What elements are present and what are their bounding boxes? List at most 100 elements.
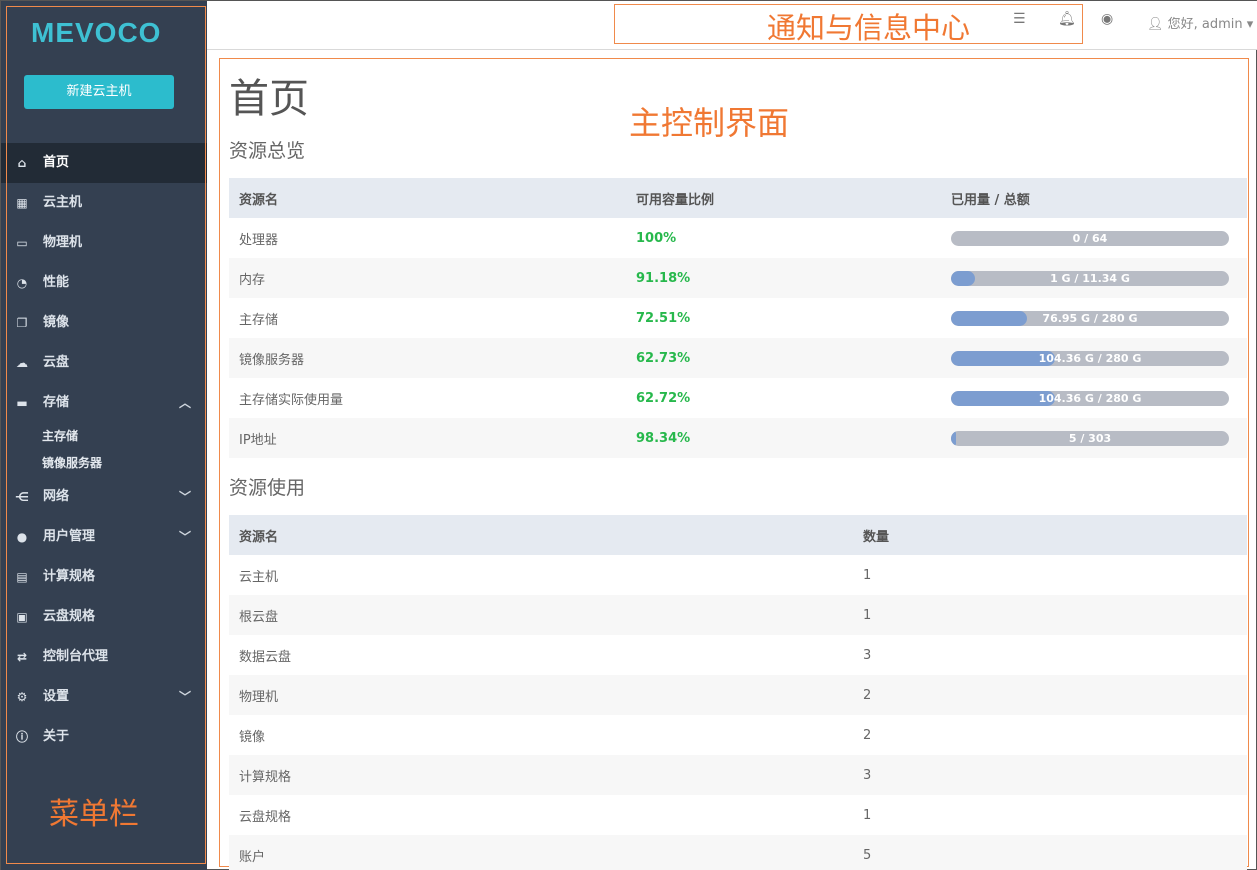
- hdd-icon: ▬: [16, 396, 28, 410]
- sidebar-item-network[interactable]: ⋲ 网络 ﹀: [1, 477, 207, 517]
- app-window: MEVOCO 新建云主机 ⌂ 首页 ▦ 云主机 ▭ 物理机 ◔ 性能 ❐ 镜像: [0, 0, 1257, 870]
- grid-icon: ▦: [16, 196, 28, 210]
- main-annotation: 主控制界面: [629, 104, 790, 142]
- available-ratio: 62.73%: [626, 338, 941, 378]
- user-menu[interactable]: 👤︎ 您好, admin ▾: [1147, 13, 1253, 32]
- sidebar-item-label: 网络: [43, 489, 70, 504]
- sidebar-item-label: 物理机: [43, 235, 83, 250]
- sidebar-item-label: 云主机: [43, 195, 83, 210]
- sidebar-item-user-management[interactable]: ● 用户管理 ﹀: [1, 517, 207, 557]
- sidebar-item-label: 镜像: [43, 315, 70, 330]
- sidebar-item-label: 计算规格: [43, 569, 96, 584]
- table-header-row: 资源名 数量: [229, 515, 1247, 555]
- usage-table: 资源名 数量 云主机 1 根云盘 1 数据云盘 3 物理机 2 镜像 2 计算规格 3 云盘规格 1 账户 5: [229, 515, 1247, 870]
- usage-cell: 1 G / 11.34 G: [941, 258, 1247, 298]
- topbar: 通知与信息中心 ☰ 🔔︎ ◉ 👤︎ 您好, admin ▾: [207, 1, 1257, 50]
- sidebar-item-label: 关于: [43, 729, 70, 744]
- overview-title: 资源总览: [229, 140, 306, 162]
- resource-name: 物理机: [229, 675, 853, 715]
- usage-bar-label: 104.36 G / 280 G: [1038, 351, 1142, 365]
- resource-name: 根云盘: [229, 595, 853, 635]
- table-row: 镜像 2: [229, 715, 1247, 755]
- sidebar-item-label: 用户管理: [43, 529, 96, 544]
- bell-icon[interactable]: 🔔︎: [1058, 11, 1076, 27]
- sidebar-item-host[interactable]: ▭ 物理机: [1, 223, 207, 263]
- gear-icon: ⚙: [16, 690, 28, 704]
- usage-bar: 0 / 64: [951, 230, 1229, 246]
- available-ratio: 100%: [636, 230, 677, 246]
- usage-bar-label: 0 / 64: [1072, 231, 1108, 245]
- sidebar-annotation: 菜单栏: [49, 797, 139, 832]
- resource-name: 账户: [229, 835, 853, 870]
- column-header: 资源名: [229, 178, 626, 218]
- new-vm-button[interactable]: 新建云主机: [24, 75, 174, 109]
- sidebar-item-about[interactable]: ⓘ 关于: [1, 717, 207, 757]
- table-header-row: 资源名 可用容量比例 已用量 / 总额: [229, 178, 1247, 218]
- sidebar-subitem-primary-storage[interactable]: 主存储: [1, 423, 207, 450]
- usage-cell: 5 / 303: [941, 418, 1247, 458]
- sidebar-item-console-proxy[interactable]: ⇄ 控制台代理: [1, 637, 207, 677]
- resource-name: 云主机: [239, 569, 279, 585]
- caret-down-icon: ▾: [1246, 17, 1254, 32]
- resource-count: 5: [853, 835, 1247, 870]
- resource-count: 1: [853, 595, 1247, 635]
- table-row: 主存储实际使用量 62.72% 104.36 G / 280 G: [229, 378, 1247, 418]
- resource-name: 计算规格: [229, 755, 853, 795]
- usage-bar-label: 5 / 303: [1068, 431, 1112, 445]
- column-header: 已用量 / 总额: [941, 178, 1247, 218]
- file-plus-icon: ▣: [16, 610, 28, 624]
- column-header: 资源名: [229, 515, 853, 555]
- list-icon[interactable]: ☰: [1013, 11, 1026, 27]
- sidebar-item-storage[interactable]: ▬ 存储 ︿: [1, 383, 207, 423]
- resource-name: 云盘规格: [239, 809, 292, 825]
- available-ratio: 91.18%: [626, 258, 941, 298]
- dashboard-icon: ◔: [16, 276, 28, 290]
- usage-bar-label: 1 G / 11.34 G: [1050, 271, 1130, 285]
- sidebar-item-volume[interactable]: ☁ 云盘: [1, 343, 207, 383]
- sidebar-item-vm[interactable]: ▦ 云主机: [1, 183, 207, 223]
- column-header: 可用容量比例: [626, 178, 941, 218]
- sidebar-subitem-backup-storage[interactable]: 镜像服务器: [1, 450, 207, 477]
- sidebar-item-image[interactable]: ❐ 镜像: [1, 303, 207, 343]
- sidebar-menu: ⌂ 首页 ▦ 云主机 ▭ 物理机 ◔ 性能 ❐ 镜像 ☁ 云盘 ▬ 存储 ︿ 主…: [1, 143, 207, 757]
- resource-name: 数据云盘: [239, 649, 292, 665]
- resource-name: 镜像: [239, 729, 266, 745]
- sidebar-item-label: 存储: [43, 395, 70, 410]
- usage-bar: 5 / 303: [951, 430, 1229, 446]
- chevron-down-icon: ﹀: [178, 690, 191, 704]
- table-row: 数据云盘 3: [229, 635, 1247, 675]
- table-row: IP地址 98.34% 5 / 303: [229, 418, 1247, 458]
- user-greeting: 您好, admin: [1167, 17, 1243, 32]
- resource-name: 处理器: [239, 232, 279, 248]
- sidebar-item-label: 性能: [43, 275, 70, 290]
- usage-cell: 104.36 G / 280 G: [941, 338, 1247, 378]
- resource-count: 2: [853, 675, 1247, 715]
- sidebar-item-instance-offering[interactable]: ▤ 计算规格: [1, 557, 207, 597]
- table-row: 镜像服务器 62.73% 104.36 G / 280 G: [229, 338, 1247, 378]
- sidebar-item-home[interactable]: ⌂ 首页: [1, 143, 207, 183]
- usage-bar: 104.36 G / 280 G: [951, 350, 1229, 366]
- usage-bar: 76.95 G / 280 G: [951, 310, 1229, 326]
- main-content: 首页 主控制界面 资源总览 资源名 可用容量比例 已用量 / 总额 处理器 100…: [219, 58, 1249, 870]
- sidebar-item-performance[interactable]: ◔ 性能: [1, 263, 207, 303]
- resource-name: 镜像服务器: [229, 338, 626, 378]
- sidebar-item-label: 云盘规格: [43, 609, 96, 624]
- network-icon: ⋲: [15, 490, 29, 504]
- sidebar-item-settings[interactable]: ⚙ 设置 ﹀: [1, 677, 207, 717]
- usage-bar: 1 G / 11.34 G: [951, 270, 1229, 286]
- table-row: 处理器 100% 0 / 64: [229, 218, 1247, 258]
- resource-count: 3: [863, 647, 872, 663]
- chevron-up-icon: ︿: [178, 396, 191, 410]
- table-row: 根云盘 1: [229, 595, 1247, 635]
- calculator-icon: ▤: [16, 570, 28, 584]
- chevron-down-icon: ﹀: [178, 530, 191, 544]
- info-icon: ⓘ: [15, 730, 28, 744]
- available-ratio: 62.72%: [636, 390, 691, 406]
- cloud-icon: ☁: [16, 356, 28, 370]
- globe-icon[interactable]: ◉: [1101, 11, 1113, 27]
- resource-name: 主存储实际使用量: [239, 392, 344, 408]
- table-row: 云盘规格 1: [229, 795, 1247, 835]
- overview-table: 资源名 可用容量比例 已用量 / 总额 处理器 100% 0 / 64 内存 91.18…: [229, 178, 1247, 458]
- usage-cell: 76.95 G / 280 G: [941, 298, 1247, 338]
- sidebar-item-disk-offering[interactable]: ▣ 云盘规格: [1, 597, 207, 637]
